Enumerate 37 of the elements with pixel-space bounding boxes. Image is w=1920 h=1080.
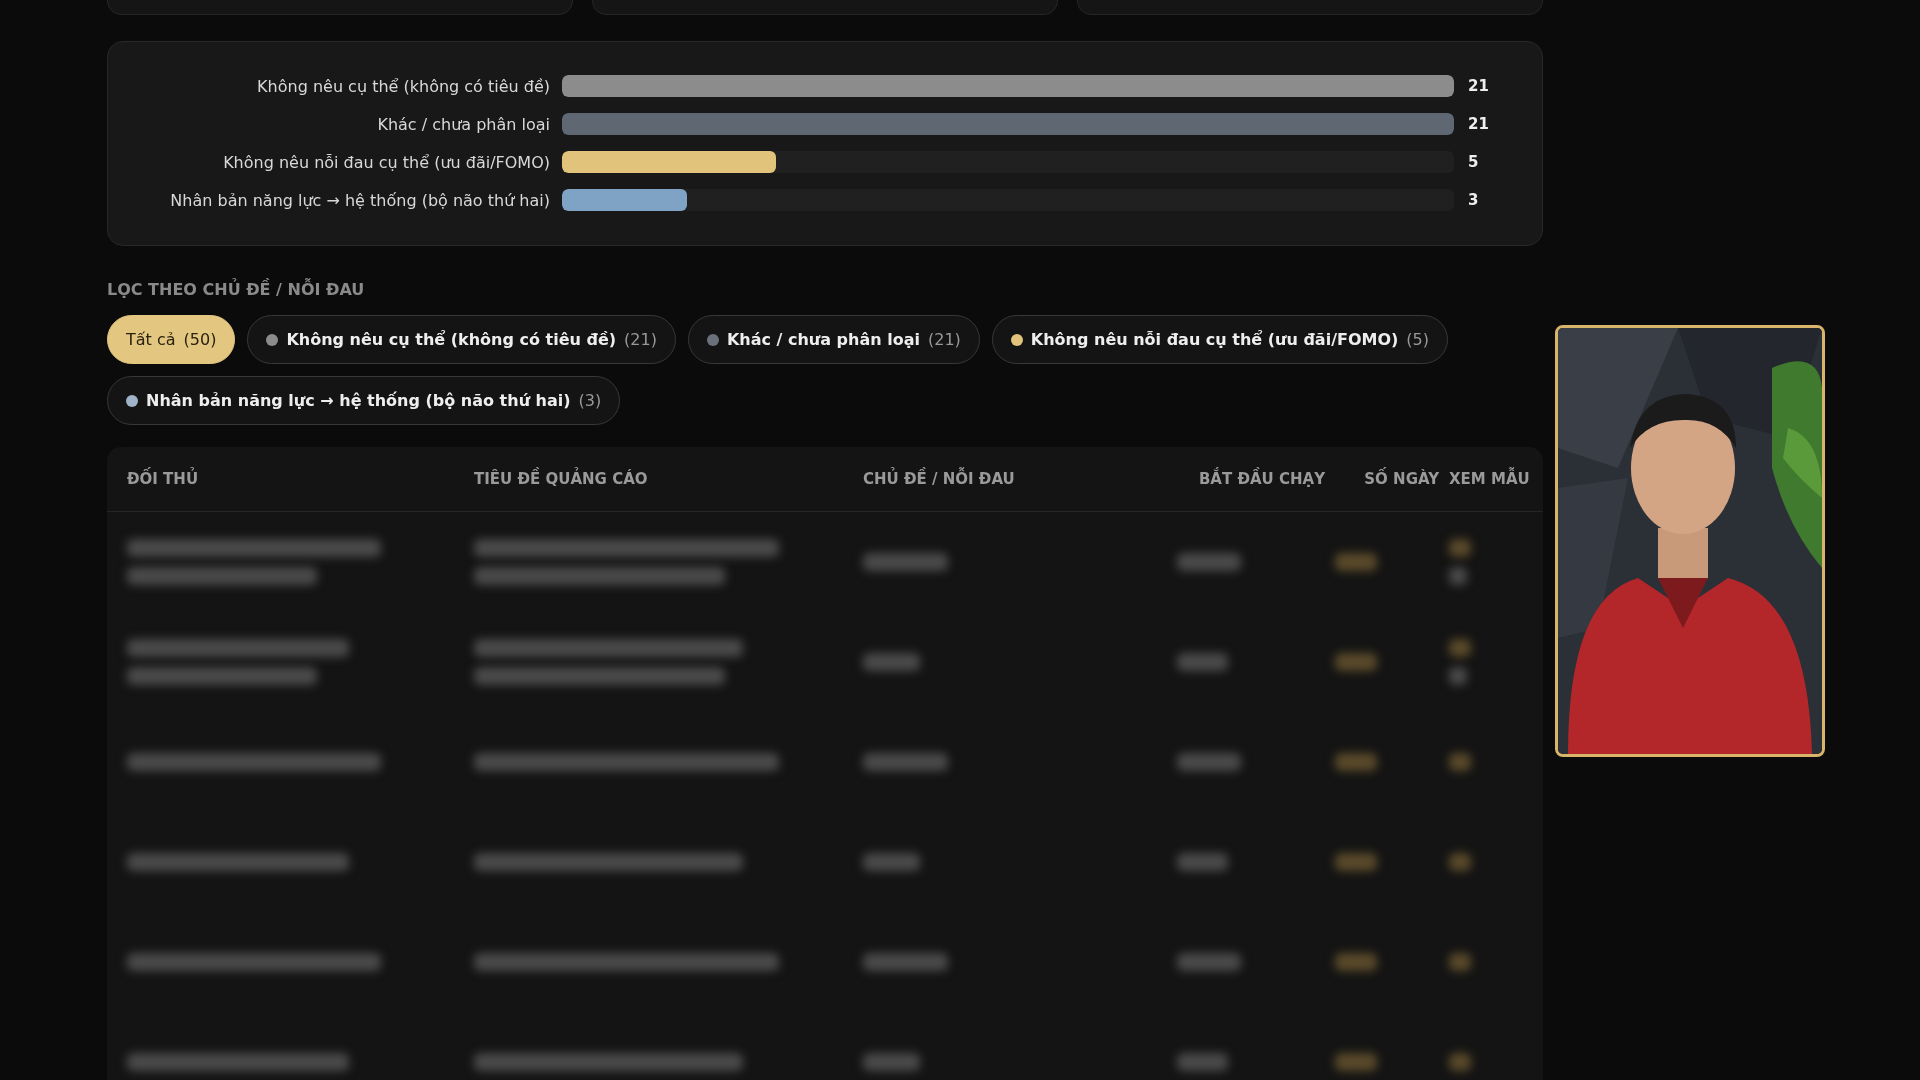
filter-chip[interactable]: Tất cả (50) xyxy=(107,315,236,364)
bar-count: 21 xyxy=(1468,115,1489,133)
blurred-text xyxy=(1177,1053,1229,1071)
bar-label: Không nêu nỗi đau cụ thể (ưu đãi/FOMO) xyxy=(222,152,551,172)
blurred-text xyxy=(863,1053,920,1071)
blurred-text xyxy=(1335,1053,1377,1071)
blurred-text xyxy=(1335,653,1377,671)
bar-label: Không nêu cụ thể (không có tiêu đề) xyxy=(256,76,551,96)
blurred-text xyxy=(1449,567,1467,585)
blurred-text xyxy=(1177,753,1241,771)
blurred-text xyxy=(863,853,920,871)
filter-chip[interactable]: Không nêu nỗi đau cụ thể (ưu đãi/FOMO) (5) xyxy=(991,315,1449,364)
bar-label: Nhân bản năng lực → hệ thống (bộ não thứ hai) xyxy=(169,190,551,210)
filter-title: LỌC THEO CHỦ ĐỀ / NỖI ĐAU xyxy=(107,280,366,299)
blurred-text xyxy=(1449,953,1471,971)
filter-chip[interactable]: Nhân bản năng lực → hệ thống (bộ não thứ hai) (3) xyxy=(107,376,621,425)
blurred-text xyxy=(1449,667,1467,685)
filter-chip[interactable]: Không nêu cụ thể (không có tiêu đề) (21) xyxy=(247,315,676,364)
blurred-text xyxy=(1335,953,1377,971)
bar-label: Khác / chưa phân loại xyxy=(376,114,551,134)
blurred-text xyxy=(1177,953,1241,971)
blurred-text xyxy=(1449,639,1471,657)
blurred-text xyxy=(1177,853,1229,871)
blurred-text xyxy=(1335,753,1377,771)
blurred-text xyxy=(1177,553,1241,571)
blurred-text xyxy=(1449,753,1471,771)
blurred-text xyxy=(1449,1053,1471,1071)
filter-chip[interactable]: Khác / chưa phân loại (21) xyxy=(687,315,980,364)
blurred-text xyxy=(1335,853,1377,871)
bar-count: 3 xyxy=(1468,191,1479,209)
bar-count: 21 xyxy=(1468,77,1489,95)
blurred-text xyxy=(1449,539,1471,557)
blurred-text xyxy=(1449,853,1471,871)
blurred-text xyxy=(1177,653,1229,671)
blurred-text xyxy=(1335,553,1377,571)
blurred-text xyxy=(863,653,920,671)
bar-count: 5 xyxy=(1468,153,1479,171)
